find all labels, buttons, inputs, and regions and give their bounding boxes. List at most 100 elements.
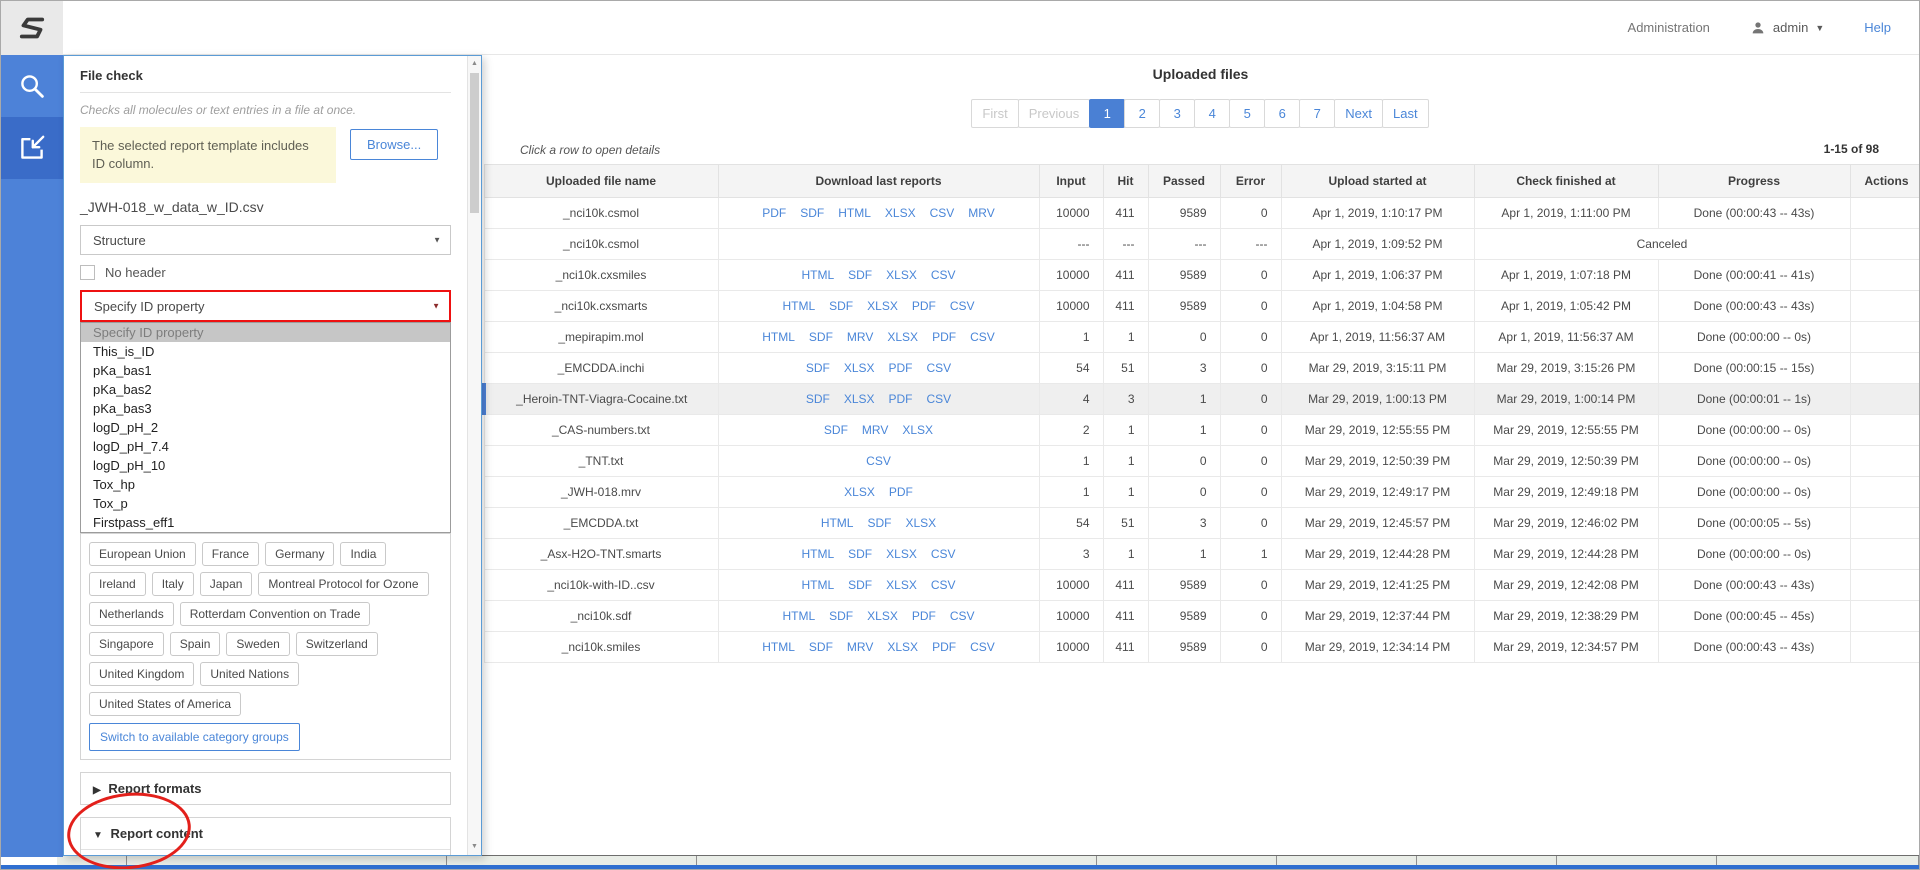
- report-link-sdf[interactable]: SDF: [800, 206, 824, 220]
- id-property-option[interactable]: Specify ID property: [81, 323, 450, 342]
- report-link-xlsx[interactable]: XLSX: [867, 299, 898, 313]
- category-chip[interactable]: Montreal Protocol for Ozone: [258, 572, 428, 596]
- id-property-option[interactable]: logD_pH_7.4: [81, 437, 450, 456]
- category-chip[interactable]: European Union: [89, 542, 196, 566]
- id-property-option[interactable]: This_is_ID: [81, 342, 450, 361]
- sidebar-item-search[interactable]: [1, 55, 63, 117]
- report-content-header[interactable]: ▼ Report content: [81, 818, 450, 850]
- user-menu[interactable]: admin ▼: [1750, 20, 1824, 36]
- report-link-sdf[interactable]: SDF: [809, 640, 833, 654]
- report-link-pdf[interactable]: PDF: [889, 485, 913, 499]
- administration-link[interactable]: Administration: [1628, 20, 1710, 35]
- report-link-xlsx[interactable]: XLSX: [844, 361, 875, 375]
- category-chip[interactable]: United States of America: [89, 692, 241, 716]
- help-link[interactable]: Help: [1864, 20, 1891, 35]
- table-row[interactable]: _TNT.txtCSV1100Mar 29, 2019, 12:50:39 PM…: [484, 446, 1920, 477]
- pagination-button-7[interactable]: 7: [1299, 99, 1335, 128]
- pagination-button-1[interactable]: 1: [1089, 99, 1125, 128]
- pagination-button-4[interactable]: 4: [1194, 99, 1230, 128]
- pagination-button-6[interactable]: 6: [1264, 99, 1300, 128]
- category-chip[interactable]: Japan: [200, 572, 253, 596]
- report-link-csv[interactable]: CSV: [931, 547, 956, 561]
- report-link-html[interactable]: HTML: [762, 330, 795, 344]
- category-chip[interactable]: India: [340, 542, 386, 566]
- pagination-button-last[interactable]: Last: [1382, 99, 1429, 128]
- table-row[interactable]: _nci10k-with-ID..csvHTMLSDFXLSXCSV100004…: [484, 570, 1920, 601]
- report-link-pdf[interactable]: PDF: [762, 206, 786, 220]
- pagination-button-5[interactable]: 5: [1229, 99, 1265, 128]
- panel-scrollbar[interactable]: ▲ ▼: [467, 56, 481, 855]
- report-link-sdf[interactable]: SDF: [848, 547, 872, 561]
- report-formats-header[interactable]: ▶ Report formats: [81, 773, 450, 804]
- report-link-csv[interactable]: CSV: [970, 330, 995, 344]
- report-link-sdf[interactable]: SDF: [829, 609, 853, 623]
- report-link-csv[interactable]: CSV: [927, 392, 952, 406]
- category-chip[interactable]: France: [202, 542, 259, 566]
- report-link-pdf[interactable]: PDF: [912, 299, 936, 313]
- category-chip[interactable]: Switzerland: [296, 632, 378, 656]
- report-link-xlsx[interactable]: XLSX: [887, 640, 918, 654]
- report-link-sdf[interactable]: SDF: [829, 299, 853, 313]
- scroll-down-icon[interactable]: ▼: [468, 840, 481, 854]
- table-row[interactable]: _nci10k.csmolPDFSDFHTMLXLSXCSVMRV1000041…: [484, 198, 1920, 229]
- table-row[interactable]: _mepirapim.molHTMLSDFMRVXLSXPDFCSV1100Ap…: [484, 322, 1920, 353]
- id-property-option[interactable]: Tox_hp: [81, 475, 450, 494]
- no-header-checkbox[interactable]: [80, 265, 95, 280]
- switch-category-groups-button[interactable]: Switch to available category groups: [89, 723, 300, 751]
- category-chip[interactable]: Singapore: [89, 632, 164, 656]
- report-link-csv[interactable]: CSV: [866, 454, 891, 468]
- report-link-csv[interactable]: CSV: [931, 268, 956, 282]
- report-link-html[interactable]: HTML: [782, 609, 815, 623]
- id-property-option[interactable]: pKa_bas3: [81, 399, 450, 418]
- category-chip[interactable]: Sweden: [226, 632, 289, 656]
- id-property-option[interactable]: pKa_bas2: [81, 380, 450, 399]
- category-chip[interactable]: Ireland: [89, 572, 146, 596]
- report-link-mrv[interactable]: MRV: [847, 640, 873, 654]
- report-link-xlsx[interactable]: XLSX: [867, 609, 898, 623]
- category-chip[interactable]: Italy: [152, 572, 194, 596]
- report-link-xlsx[interactable]: XLSX: [885, 206, 916, 220]
- table-row[interactable]: _JWH-018.mrvXLSXPDF1100Mar 29, 2019, 12:…: [484, 477, 1920, 508]
- browse-button[interactable]: Browse...: [350, 129, 438, 160]
- report-link-pdf[interactable]: PDF: [889, 392, 913, 406]
- pagination-button-2[interactable]: 2: [1124, 99, 1160, 128]
- report-link-pdf[interactable]: PDF: [932, 640, 956, 654]
- report-link-xlsx[interactable]: XLSX: [886, 547, 917, 561]
- report-link-html[interactable]: HTML: [801, 547, 834, 561]
- category-chip[interactable]: Netherlands: [89, 602, 174, 626]
- report-link-pdf[interactable]: PDF: [912, 609, 936, 623]
- report-link-mrv[interactable]: MRV: [968, 206, 994, 220]
- pagination-button-next[interactable]: Next: [1334, 99, 1383, 128]
- scrollbar-thumb[interactable]: [470, 73, 479, 213]
- category-chip[interactable]: Spain: [170, 632, 221, 656]
- id-property-option[interactable]: Firstpass_eff1: [81, 513, 450, 532]
- table-row[interactable]: _Heroin-TNT-Viagra-Cocaine.txtSDFXLSXPDF…: [484, 384, 1920, 415]
- report-link-html[interactable]: HTML: [782, 299, 815, 313]
- report-link-html[interactable]: HTML: [821, 516, 854, 530]
- report-link-xlsx[interactable]: XLSX: [887, 330, 918, 344]
- sidebar-item-file-check[interactable]: [1, 117, 63, 179]
- category-chip[interactable]: Germany: [265, 542, 334, 566]
- category-chip[interactable]: United Kingdom: [89, 662, 194, 686]
- table-row[interactable]: _CAS-numbers.txtSDFMRVXLSX2110Mar 29, 20…: [484, 415, 1920, 446]
- category-chip[interactable]: United Nations: [200, 662, 299, 686]
- report-link-sdf[interactable]: SDF: [806, 361, 830, 375]
- report-link-xlsx[interactable]: XLSX: [844, 485, 875, 499]
- report-link-pdf[interactable]: PDF: [932, 330, 956, 344]
- report-link-csv[interactable]: CSV: [970, 640, 995, 654]
- report-link-sdf[interactable]: SDF: [824, 423, 848, 437]
- report-link-html[interactable]: HTML: [762, 640, 795, 654]
- report-link-sdf[interactable]: SDF: [848, 578, 872, 592]
- app-logo[interactable]: [1, 1, 63, 55]
- report-link-csv[interactable]: CSV: [950, 609, 975, 623]
- table-row[interactable]: _EMCDDA.txtHTMLSDFXLSX545130Mar 29, 2019…: [484, 508, 1920, 539]
- report-link-xlsx[interactable]: XLSX: [905, 516, 936, 530]
- scroll-up-icon[interactable]: ▲: [468, 57, 481, 71]
- id-property-option[interactable]: Tox_p: [81, 494, 450, 513]
- report-link-sdf[interactable]: SDF: [806, 392, 830, 406]
- report-link-csv[interactable]: CSV: [950, 299, 975, 313]
- report-link-pdf[interactable]: PDF: [889, 361, 913, 375]
- table-row[interactable]: _EMCDDA.inchiSDFXLSXPDFCSV545130Mar 29, …: [484, 353, 1920, 384]
- report-link-csv[interactable]: CSV: [927, 361, 952, 375]
- report-link-mrv[interactable]: MRV: [862, 423, 888, 437]
